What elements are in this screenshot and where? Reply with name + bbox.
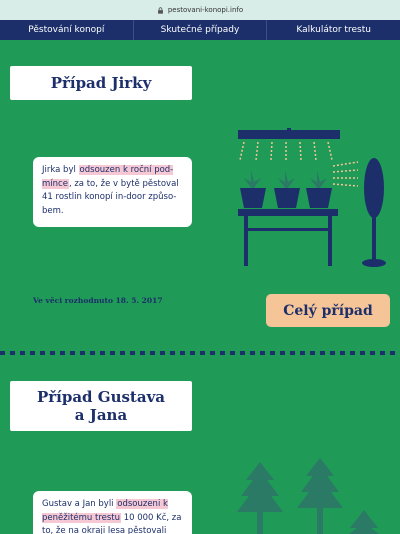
lock-icon bbox=[157, 6, 163, 14]
decision-date: Ve věci rozhodnuto 18. 5. 2017 bbox=[33, 296, 163, 305]
section-divider bbox=[0, 351, 400, 355]
main-nav: Pěstování konopí Skutečné případy Kalkul… bbox=[0, 20, 400, 40]
browser-url-bar[interactable]: pestovani-konopi.info bbox=[0, 0, 400, 20]
case-title: Případ Gustava a Jana bbox=[10, 381, 192, 431]
case-title-text: Případ Gustava a Jana bbox=[36, 388, 166, 424]
url-text: pestovani-konopi.info bbox=[167, 6, 244, 14]
case-title: Případ Jirky bbox=[10, 66, 192, 100]
forest-illustration bbox=[237, 458, 379, 534]
case-summary-text: Gustav a Jan byli bbox=[42, 499, 117, 509]
nav-item-skutecne-pripady[interactable]: Skutečné případy bbox=[134, 20, 268, 40]
case-summary-text: Jirka byl bbox=[42, 165, 79, 175]
case-summary: Jirka byl odsouzen k roční pod-mínce, za… bbox=[33, 157, 192, 227]
indoor-grow-illustration bbox=[238, 128, 386, 267]
nav-item-kalkulator[interactable]: Kalkulátor trestu bbox=[267, 20, 400, 40]
case-summary: Gustav a Jan byli odsouzeni k peněžitému… bbox=[33, 491, 192, 534]
full-case-button[interactable]: Celý případ bbox=[266, 294, 390, 327]
nav-item-pestovani[interactable]: Pěstování konopí bbox=[0, 20, 134, 40]
